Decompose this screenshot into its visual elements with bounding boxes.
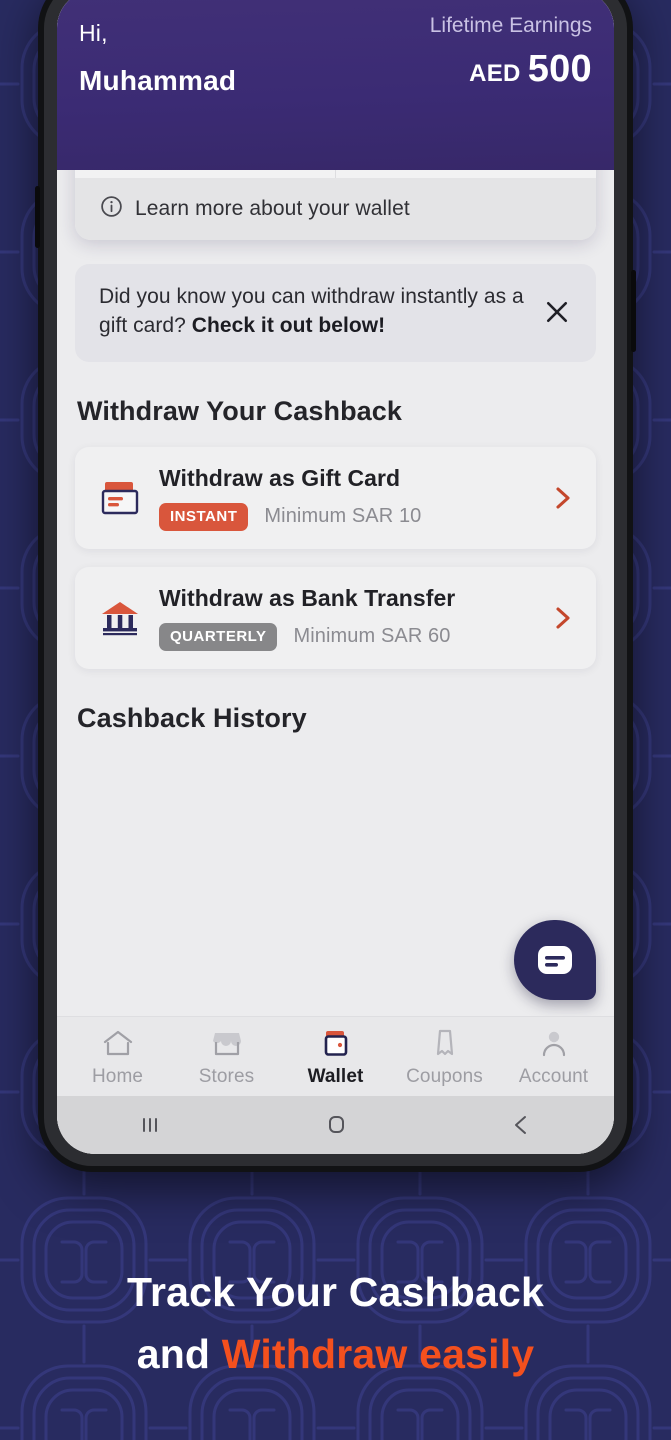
gift-card-promo-banner[interactable]: Did you know you can withdraw instantly … — [75, 264, 596, 362]
wallet-icon — [319, 1027, 353, 1061]
withdraw-bank-transfer-title: Withdraw as Bank Transfer — [159, 584, 456, 611]
chevron-right-icon[interactable] — [550, 483, 576, 513]
promo-copy-line-2: and Withdraw easily — [0, 1324, 671, 1386]
withdraw-gift-card-row[interactable]: Withdraw as Gift Card INSTANT Minimum SA… — [75, 446, 596, 549]
withdraw-gift-card-title: Withdraw as Gift Card — [159, 464, 401, 491]
tab-stores[interactable]: Stores — [172, 1027, 281, 1088]
chevron-right-icon[interactable] — [550, 603, 576, 633]
phone-screen: Hi, Muhammad Lifetime Earnings AED 500 L… — [57, 0, 614, 1154]
withdraw-bank-transfer-minimum: Minimum SAR 60 — [293, 625, 451, 648]
instant-badge: INSTANT — [159, 502, 249, 531]
withdraw-bank-transfer-body: Withdraw as Bank Transfer QUARTERLY Mini… — [159, 585, 534, 651]
app-header: Hi, Muhammad Lifetime Earnings AED 500 — [57, 0, 614, 170]
lifetime-earnings-currency: AED — [469, 60, 521, 87]
tab-wallet[interactable]: Wallet — [281, 1027, 390, 1088]
greeting-block: Hi, Muhammad — [79, 8, 236, 97]
withdraw-gift-card-body: Withdraw as Gift Card INSTANT Minimum SA… — [159, 465, 534, 531]
home-square-icon[interactable] — [243, 1112, 429, 1138]
store-icon — [210, 1027, 244, 1061]
withdraw-bank-transfer-row[interactable]: Withdraw as Bank Transfer QUARTERLY Mini… — [75, 566, 596, 669]
volume-button[interactable] — [35, 186, 40, 248]
power-button[interactable] — [631, 270, 636, 352]
promo-text-bold: Check it out below! — [191, 313, 386, 337]
withdraw-gift-card-minimum: Minimum SAR 10 — [264, 505, 422, 528]
quarterly-badge: QUARTERLY — [159, 622, 278, 651]
bank-icon — [97, 598, 143, 638]
learn-more-wallet-label: Learn more about your wallet — [135, 197, 410, 220]
bottom-tab-bar: Home Stores Wallet Coupons Account — [57, 1016, 614, 1096]
tab-home[interactable]: Home — [63, 1027, 172, 1088]
chat-bubble-icon[interactable] — [514, 920, 596, 1000]
withdraw-bank-transfer-meta: QUARTERLY Minimum SAR 60 — [159, 622, 534, 651]
gift-card-promo-text: Did you know you can withdraw instantly … — [99, 283, 528, 341]
balance-row: Available Balance AED 0.0 Pending Balanc… — [75, 170, 596, 178]
tab-stores-label: Stores — [198, 1066, 255, 1087]
lifetime-earnings-amount: AED 500 — [430, 48, 592, 91]
promo-copy-line-2-accent: Withdraw easily — [221, 1330, 535, 1377]
close-icon[interactable] — [540, 295, 574, 329]
home-icon — [101, 1027, 135, 1061]
lifetime-earnings-value: 500 — [527, 48, 592, 90]
tab-account-label: Account — [518, 1066, 589, 1087]
withdraw-section-title: Withdraw Your Cashback — [77, 395, 403, 426]
lifetime-earnings-block: Lifetime Earnings AED 500 — [430, 8, 592, 91]
back-chevron-icon[interactable] — [428, 1112, 614, 1138]
withdraw-gift-card-meta: INSTANT Minimum SAR 10 — [159, 502, 534, 531]
gift-card-icon — [97, 478, 143, 518]
balance-card: Available Balance AED 0.0 Pending Balanc… — [75, 170, 596, 240]
tab-account[interactable]: Account — [499, 1027, 608, 1088]
person-icon — [537, 1027, 571, 1061]
greeting-text: Hi, — [79, 20, 108, 46]
available-balance-cell: Available Balance AED 0.0 — [75, 170, 335, 178]
learn-more-wallet-row[interactable]: Learn more about your wallet — [75, 178, 596, 240]
phone-device-frame: Hi, Muhammad Lifetime Earnings AED 500 L… — [35, 0, 636, 1172]
pending-balance-cell: Pending Balance AED 60 — [335, 170, 596, 178]
wallet-app: Hi, Muhammad Lifetime Earnings AED 500 L… — [57, 0, 614, 1154]
promo-copy: Track Your Cashback and Withdraw easily — [0, 1262, 671, 1385]
info-icon — [99, 194, 124, 224]
tab-home-label: Home — [91, 1066, 144, 1087]
promo-copy-line-2-plain: and — [136, 1330, 222, 1377]
lifetime-earnings-label: Lifetime Earnings — [429, 14, 592, 37]
app-scroll-body: Available Balance AED 0.0 Pending Balanc… — [57, 170, 614, 1016]
android-system-nav — [57, 1096, 614, 1154]
recents-icon[interactable] — [57, 1112, 243, 1138]
cashback-history-title: Cashback History — [77, 702, 307, 733]
tab-wallet-label: Wallet — [307, 1066, 364, 1087]
user-name: Muhammad — [79, 65, 237, 96]
tab-coupons[interactable]: Coupons — [390, 1027, 499, 1088]
promo-copy-line-1: Track Your Cashback — [126, 1269, 545, 1315]
coupon-tag-icon — [428, 1027, 462, 1061]
tab-coupons-label: Coupons — [406, 1066, 483, 1087]
